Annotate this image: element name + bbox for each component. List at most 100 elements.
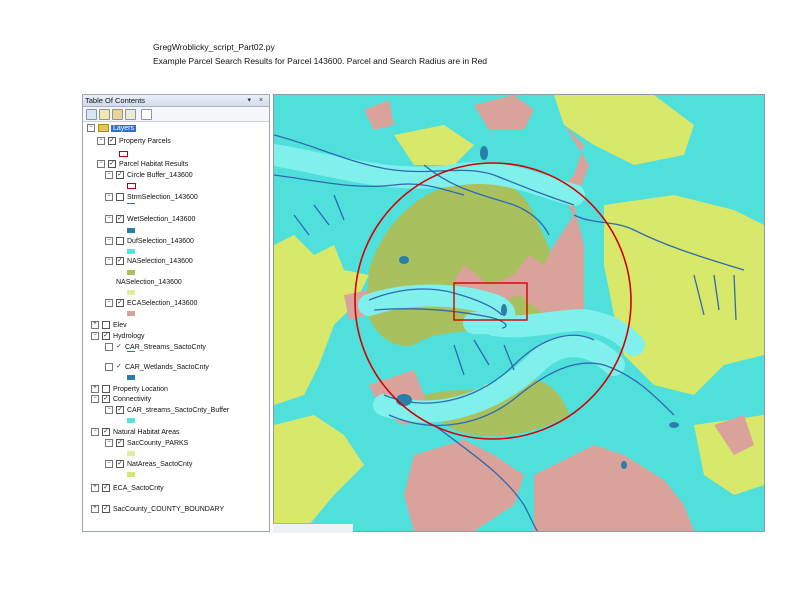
layer-label: NASelection_143600 xyxy=(116,279,182,286)
legend-swatch-teal xyxy=(127,375,135,380)
layer-label: Connectivity xyxy=(113,396,152,403)
layer-connectivity[interactable]: − ✓ Connectivity xyxy=(91,395,151,405)
layer-checkbox[interactable]: ✓ xyxy=(116,343,122,351)
layer-checkbox[interactable]: ✓ xyxy=(116,363,122,371)
layer-elev[interactable]: + Elev xyxy=(91,321,127,331)
collapse-icon[interactable] xyxy=(105,343,113,352)
collapse-icon[interactable]: − xyxy=(105,406,113,415)
list-by-source-icon[interactable] xyxy=(99,109,110,120)
layer-hydrology[interactable]: − ✓ Hydrology xyxy=(91,332,145,342)
collapse-icon[interactable]: − xyxy=(91,428,99,437)
layer-checkbox[interactable]: ✓ xyxy=(116,215,124,224)
layer-label: Property Parcels xyxy=(119,138,171,145)
legend-swatch-yellow-green xyxy=(127,472,135,477)
layer-label: ECASelection_143600 xyxy=(127,300,198,307)
layer-label: SacCounty_COUNTY_BOUNDARY xyxy=(113,506,225,513)
layer-stream-selection[interactable]: − StrmSelection_143600 xyxy=(105,193,198,203)
collapse-icon[interactable]: − xyxy=(105,193,113,202)
collapse-icon[interactable]: − xyxy=(105,171,113,180)
map-view-toolbar[interactable] xyxy=(273,523,353,533)
legend-swatch-blue-line xyxy=(127,203,135,204)
layer-label: WetSelection_143600 xyxy=(127,216,196,223)
layer-buffer-selection[interactable]: − DufSelection_143600 xyxy=(105,237,194,247)
map-view[interactable] xyxy=(273,94,765,532)
legend-swatch-light-green xyxy=(127,290,135,295)
layer-checkbox[interactable]: ✓ xyxy=(116,171,124,180)
layer-label: Circle Buffer_143600 xyxy=(127,172,193,179)
collapse-icon[interactable]: − xyxy=(87,124,95,133)
layer-circle-buffer[interactable]: − ✓ Circle Buffer_143600 xyxy=(105,171,193,181)
layer-checkbox[interactable] xyxy=(102,321,110,330)
layer-label: StrmSelection_143600 xyxy=(127,194,198,201)
layer-checkbox[interactable]: ✓ xyxy=(108,160,116,169)
layer-parcel-habitat-results[interactable]: − ✓ Parcel Habitat Results xyxy=(97,160,188,170)
collapse-icon[interactable]: − xyxy=(97,160,105,169)
layer-car-wetlands[interactable]: ✓ CAR_Wetlands_SactoCnty xyxy=(105,363,209,373)
legend-swatch-cyan xyxy=(127,418,135,423)
layer-label: ECA_SactoCnty xyxy=(113,485,164,492)
legend-swatch-red-outline xyxy=(127,183,136,189)
layer-label: CAR_streams_SactoCnty_Buffer xyxy=(127,407,230,414)
layer-wetland-selection[interactable]: − ✓ WetSelection_143600 xyxy=(105,215,195,225)
layer-checkbox[interactable] xyxy=(102,385,110,394)
collapse-icon[interactable]: − xyxy=(105,439,113,448)
layer-checkbox[interactable]: ✓ xyxy=(102,428,110,437)
layer-label: Parcel Habitat Results xyxy=(119,161,189,168)
options-icon[interactable] xyxy=(141,109,152,120)
layer-property-location[interactable]: + Property Location xyxy=(91,385,168,395)
collapse-icon[interactable]: − xyxy=(105,460,113,469)
layer-checkbox[interactable]: ✓ xyxy=(102,484,110,493)
layer-nat-areas[interactable]: − ✓ NatAreas_SactoCnty xyxy=(105,460,192,470)
layer-checkbox[interactable]: ✓ xyxy=(116,460,124,469)
table-of-contents-panel: Table Of Contents ▾ × − Layers − ✓ Property… xyxy=(82,94,270,532)
layer-na-selection[interactable]: − ✓ NASelection_143600 xyxy=(105,257,193,267)
list-by-selection-icon[interactable] xyxy=(125,109,136,120)
expand-icon[interactable]: + xyxy=(91,321,99,330)
layer-natural-habitat-areas[interactable]: − ✓ Natural Habitat Areas xyxy=(91,428,180,438)
layer-label: Elev xyxy=(113,322,127,329)
list-by-drawing-order-icon[interactable] xyxy=(86,109,97,120)
list-by-visibility-icon[interactable] xyxy=(112,109,123,120)
layer-streams-buffer[interactable]: − ✓ CAR_streams_SactoCnty_Buffer xyxy=(105,406,229,416)
layer-checkbox[interactable] xyxy=(116,237,124,246)
legend-swatch-cyan xyxy=(127,249,135,254)
expand-icon[interactable]: + xyxy=(91,385,99,394)
layer-group-layers[interactable]: − Layers xyxy=(87,124,137,134)
toc-window-controls[interactable]: ▾ × xyxy=(247,95,266,106)
collapse-icon[interactable] xyxy=(105,363,113,372)
layer-checkbox[interactable] xyxy=(116,193,124,202)
collapse-icon[interactable]: − xyxy=(105,299,113,308)
layer-checkbox[interactable]: ✓ xyxy=(116,299,124,308)
layer-eca-sactocnty[interactable]: + ✓ ECA_SactoCnty xyxy=(91,484,164,494)
layer-label: Property Location xyxy=(113,386,168,393)
caption-title: GregWroblicky_script_Part02.py xyxy=(153,42,275,52)
collapse-icon[interactable]: − xyxy=(91,332,99,341)
layer-sac-county-parks[interactable]: − ✓ SacCounty_PARKS xyxy=(105,439,188,449)
legend-swatch-blue-line xyxy=(127,351,135,352)
collapse-icon[interactable]: − xyxy=(91,395,99,404)
collapse-icon[interactable]: − xyxy=(105,215,113,224)
collapse-icon[interactable]: − xyxy=(105,257,113,266)
expand-icon[interactable]: + xyxy=(91,505,99,514)
layers-folder-icon xyxy=(98,124,109,133)
layer-car-streams[interactable]: ✓ CAR_Streams_SactoCnty xyxy=(105,343,206,353)
layer-property-parcels[interactable]: − ✓ Property Parcels xyxy=(97,137,171,147)
layer-checkbox[interactable]: ✓ xyxy=(116,257,124,266)
legend-swatch-olive xyxy=(127,270,135,275)
layer-checkbox[interactable]: ✓ xyxy=(108,137,116,146)
layer-label: NASelection_143600 xyxy=(127,258,193,265)
legend-swatch-pink xyxy=(127,311,135,316)
layer-checkbox[interactable]: ✓ xyxy=(102,505,110,514)
collapse-icon[interactable]: − xyxy=(97,137,105,146)
layer-checkbox[interactable]: ✓ xyxy=(102,395,110,404)
layer-eca-selection[interactable]: − ✓ ECASelection_143600 xyxy=(105,299,197,309)
map-canvas[interactable] xyxy=(274,95,764,531)
layer-checkbox[interactable]: ✓ xyxy=(116,406,124,415)
expand-icon[interactable]: + xyxy=(91,484,99,493)
collapse-icon[interactable]: − xyxy=(105,237,113,246)
layer-na-selection-2[interactable]: NASelection_143600 xyxy=(116,278,182,288)
layer-checkbox[interactable]: ✓ xyxy=(102,332,110,341)
legend-swatch-red-outline xyxy=(119,151,128,157)
layer-county-boundary[interactable]: + ✓ SacCounty_COUNTY_BOUNDARY xyxy=(91,505,224,515)
layer-checkbox[interactable]: ✓ xyxy=(116,439,124,448)
